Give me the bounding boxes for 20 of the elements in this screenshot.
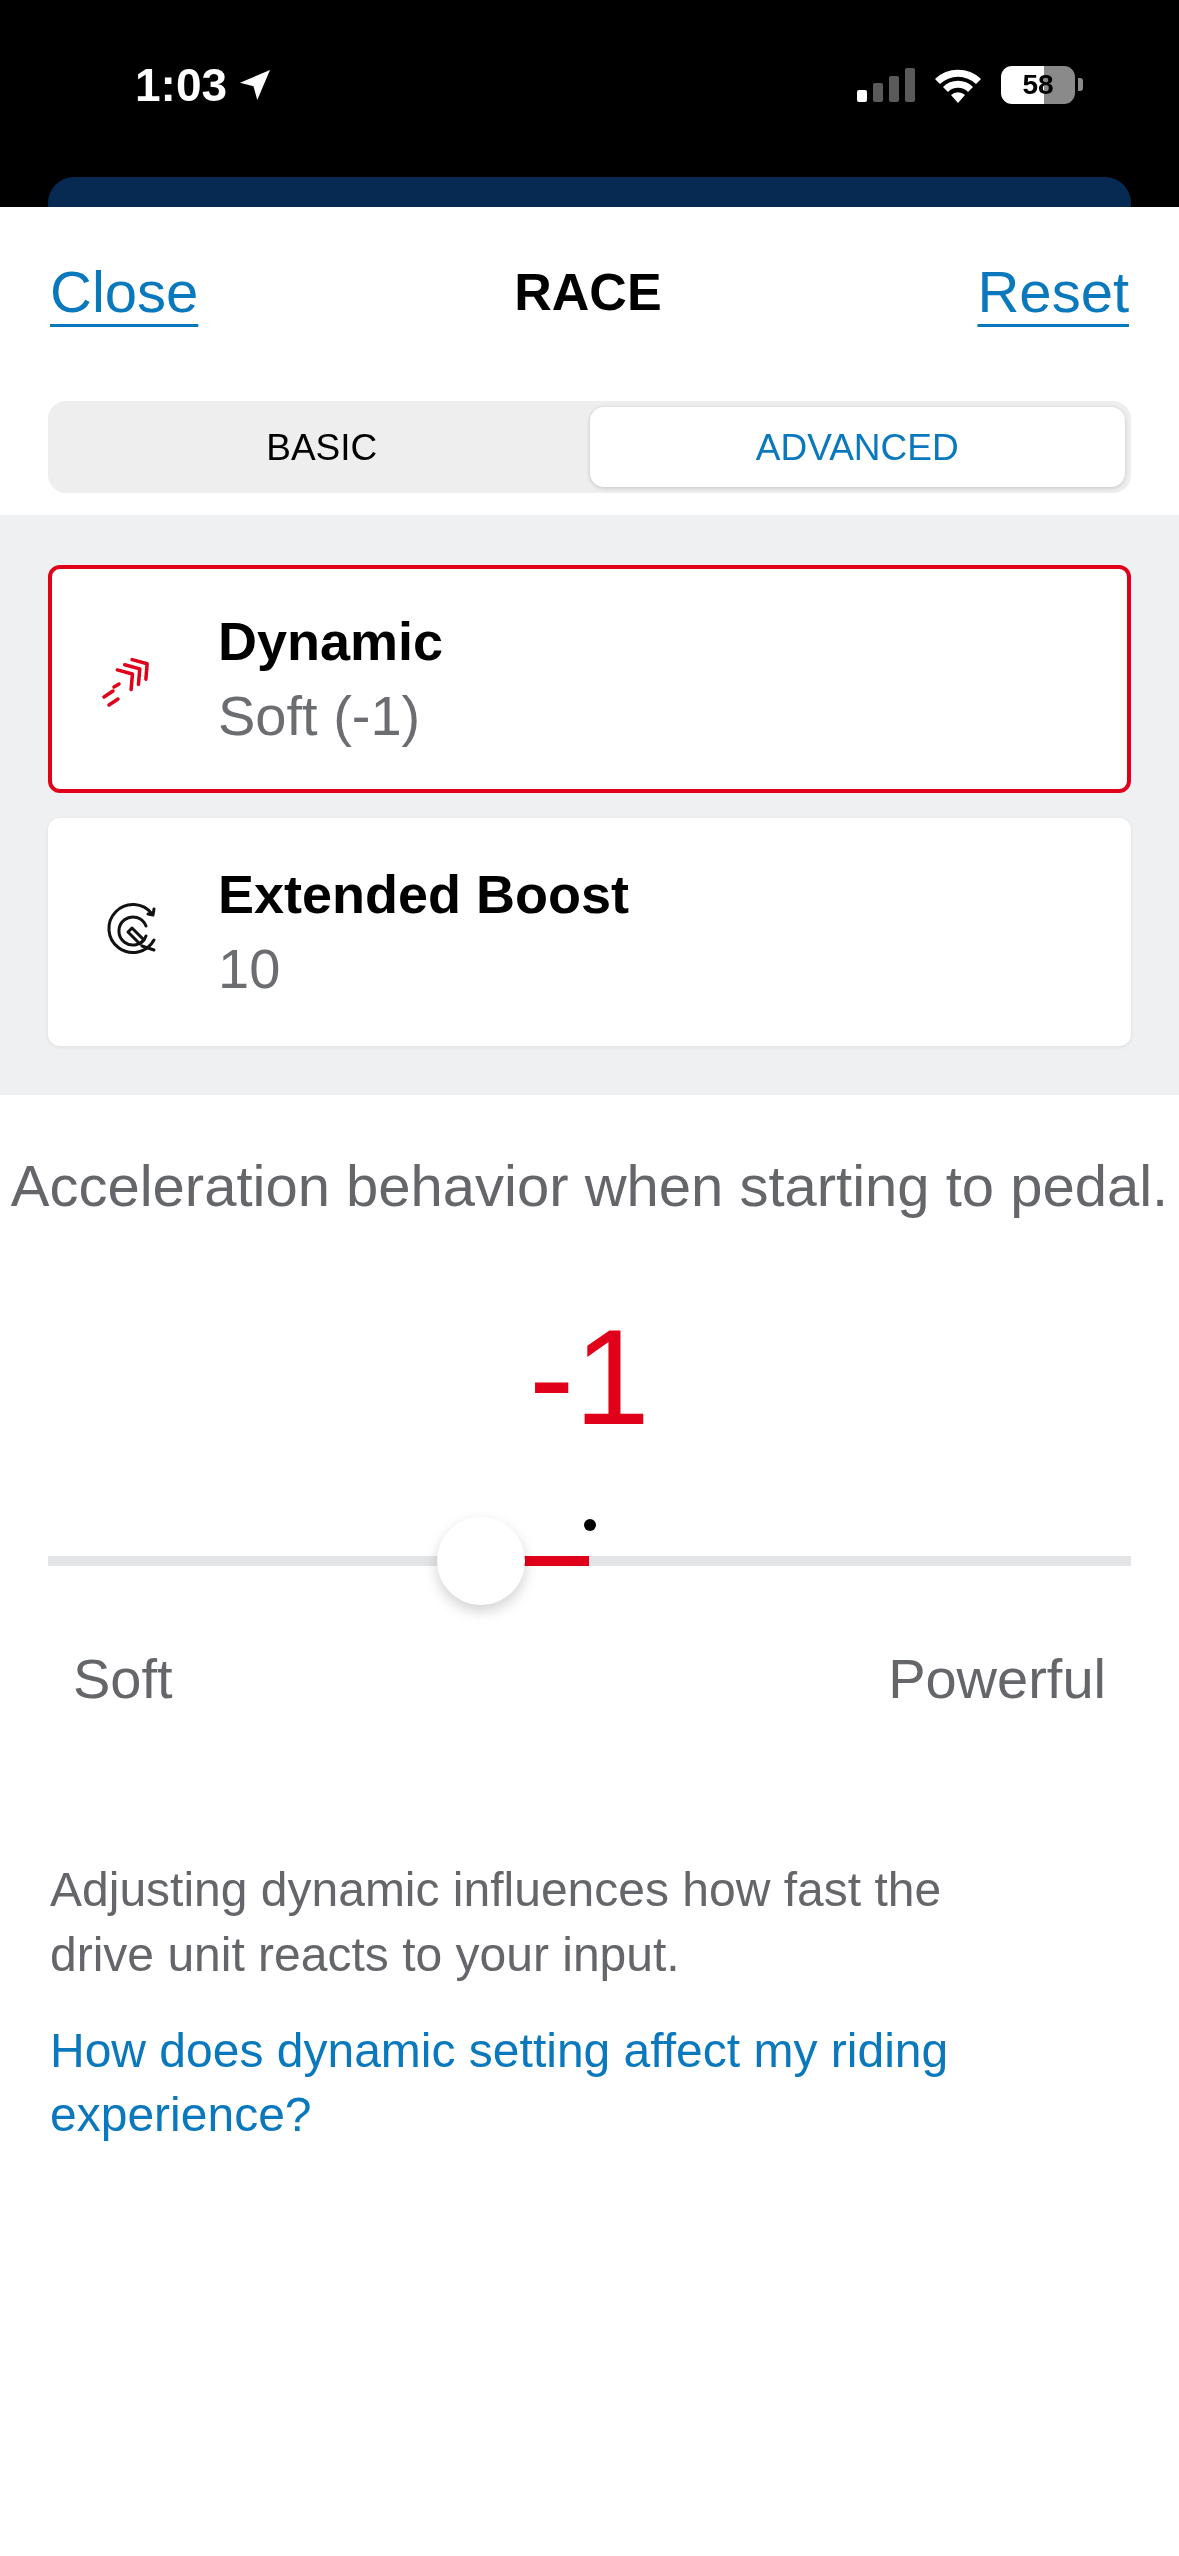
- mode-tab[interactable]: ADVANCED: [589, 407, 1125, 487]
- setting-card[interactable]: Extended Boost 10: [48, 818, 1131, 1046]
- slider-min-label: Soft: [73, 1651, 173, 1707]
- sheet-title: RACE: [514, 266, 662, 318]
- center-marker-icon: [583, 1519, 596, 1531]
- reset-link[interactable]: Reset: [977, 263, 1129, 321]
- status-time: 1:03: [135, 61, 228, 108]
- signal-bars-icon: [857, 67, 915, 102]
- battery-cap-icon: [1078, 78, 1083, 91]
- setting-card[interactable]: Dynamic Soft (-1): [48, 565, 1131, 793]
- battery-indicator: 58: [1001, 65, 1075, 104]
- setting-value-display: -1: [529, 1309, 650, 1445]
- close-link[interactable]: Close: [50, 263, 199, 321]
- slider-max-label: Powerful: [888, 1651, 1106, 1707]
- setting-value: 10: [218, 941, 282, 997]
- help-text: Adjusting dynamic influences how fast the drive unit reacts to your input.: [50, 1862, 943, 1983]
- setting-title: Extended Boost: [218, 867, 630, 921]
- mode-tab[interactable]: BASIC: [54, 407, 590, 487]
- help-link[interactable]: How does dynamic setting affect my riding experience?: [50, 2019, 1110, 2147]
- slider-thumb[interactable]: [437, 1517, 526, 1605]
